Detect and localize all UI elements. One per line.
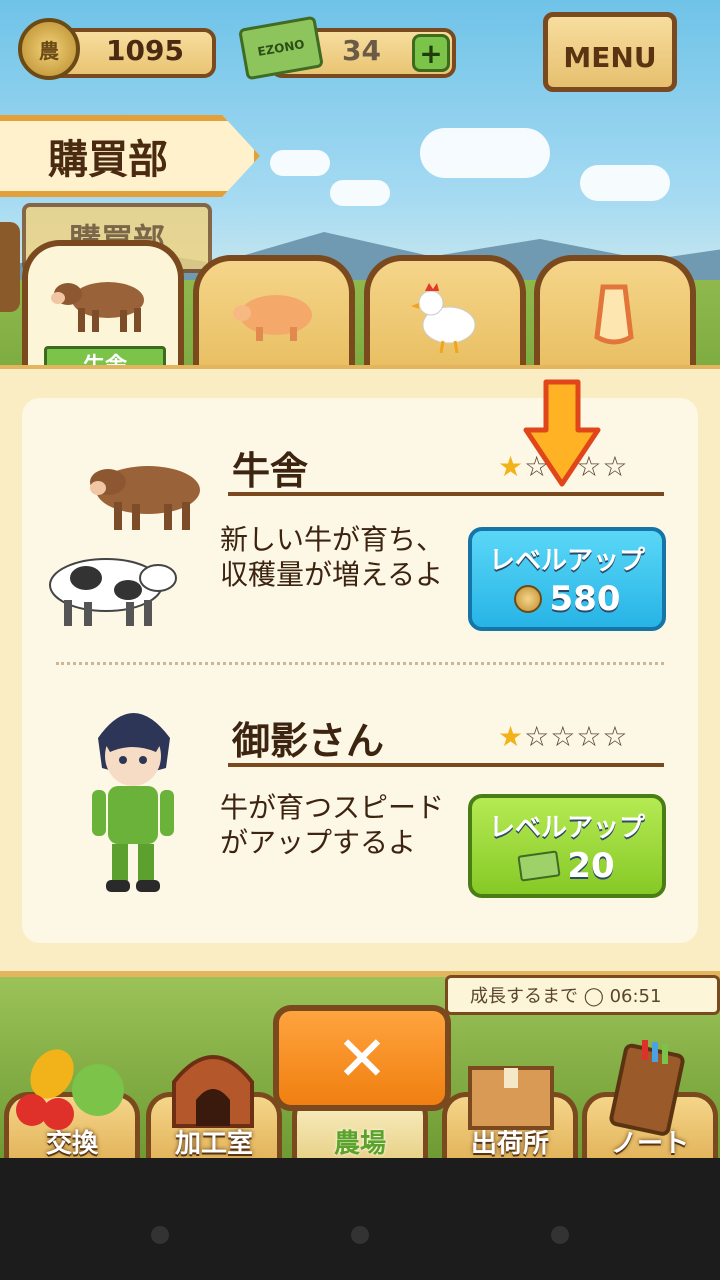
barrel-icon [0,222,20,312]
cloud [420,128,550,178]
pig-icon [233,295,312,341]
item-description-cowshed: 新しい牛が育ち、収穫量が増えるよ [220,523,445,591]
title-underline [228,763,664,767]
vegetables-icon [16,1049,124,1130]
level-up-button-cowshed[interactable]: レベルアップ 580 [468,527,666,631]
nav-dot [551,1226,569,1244]
tab-bell[interactable] [534,255,696,367]
coin-icon [513,584,542,613]
menu-button[interactable]: MENU [543,12,677,92]
coin-amount: 1095 [106,34,184,67]
page-title: 購買部 [0,115,260,197]
ticket-amount: 34 [342,34,381,67]
level-up-cost: 20 [567,845,615,886]
cloud [270,150,330,176]
level-up-label: レベルアップ [488,545,645,576]
system-nav-bar [0,1158,720,1280]
coin-icon: 農 [18,18,80,80]
item-title-mikage: 御影さん [232,719,385,763]
cow-illustration [49,466,200,626]
divider [56,662,664,665]
chicken-icon [411,283,476,354]
title-underline [228,492,664,496]
level-up-label: レベルアップ [488,812,645,843]
cloud [330,180,390,206]
oven-icon [172,1055,254,1128]
close-button[interactable]: ✕ [273,1005,451,1111]
item-title-cowshed: 牛舎 [232,449,309,493]
bell-icon [594,284,634,345]
tab-chicken[interactable] [364,255,526,367]
crate-icon [468,1066,554,1130]
nav-dot [151,1226,169,1244]
level-stars-mikage: ★☆☆☆☆ [498,720,629,753]
level-up-button-mikage[interactable]: レベルアップ 20 [468,794,666,898]
cloud [580,165,670,201]
ticket-icon [517,849,561,882]
item-description-mikage: 牛が育つスピードがアップするよ [220,791,445,859]
tab-pig[interactable] [193,255,355,367]
add-tickets-button[interactable]: + [412,34,450,72]
nav-dot [351,1226,369,1244]
growth-timer: 成長するまで ◯ 06:51 [445,975,720,1015]
nav-farm-label: 農場 [333,1129,386,1159]
level-up-cost: 580 [549,578,621,619]
notebook-icon [609,1040,685,1136]
cow-icon [51,282,144,332]
arrow-down-icon [523,379,601,487]
mikage-character [92,713,174,892]
